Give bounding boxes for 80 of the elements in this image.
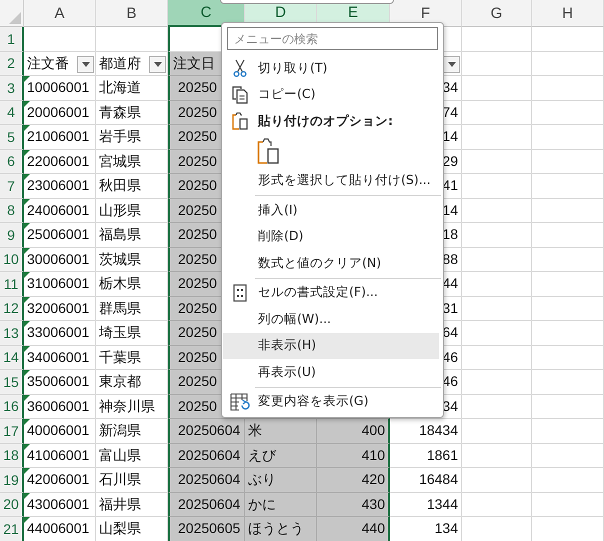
menu-label: 削除(D) [258, 228, 304, 246]
row-header[interactable]: 1 [0, 27, 24, 52]
cell-text: 34006001 [27, 348, 90, 366]
row-header[interactable]: 15 [0, 370, 24, 394]
table-cell: 20250604 [168, 492, 245, 517]
table-cell: 18434 [390, 419, 462, 444]
cell-text: 25006001 [27, 226, 90, 244]
cell-text: 43006001 [27, 496, 90, 513]
row-header[interactable]: 16 [0, 394, 24, 419]
menu-label: 挿入(I) [258, 202, 298, 219]
table-cell: 134 [390, 517, 462, 541]
cell-text: 都道府 [99, 54, 141, 72]
cell-text: 36006001 [27, 398, 90, 415]
table-cell: 1344 [390, 492, 462, 517]
menu-label: 切り取り(T) [258, 60, 328, 77]
row-header[interactable]: 19 [0, 468, 24, 492]
table-cell: 430 [317, 492, 390, 517]
table-cell: 20250604 [168, 468, 245, 492]
table-cell: 410 [317, 444, 390, 468]
row-header[interactable]: 2 [0, 52, 24, 76]
row-header[interactable]: 8 [0, 198, 24, 223]
table-cell: 米 [245, 419, 317, 444]
menu-label: セルの書式設定(F)... [258, 284, 378, 302]
column-header[interactable]: G [462, 0, 532, 27]
row-header[interactable]: 4 [0, 100, 24, 125]
table-cell: ぶり [245, 468, 317, 492]
row-header[interactable]: 21 [0, 517, 24, 541]
cell-text: 24006001 [27, 202, 90, 219]
cell-text: 21006001 [27, 128, 90, 146]
row-header[interactable]: 9 [0, 223, 24, 248]
row-header[interactable]: 18 [0, 444, 24, 468]
row-header[interactable]: 5 [0, 125, 24, 150]
menu-item[interactable]: 非表示(H) [223, 332, 439, 359]
column-header[interactable]: H [532, 0, 604, 27]
column-header[interactable]: B [96, 0, 168, 27]
table-cell: えび [245, 444, 317, 468]
cell-text: 注文番 [27, 54, 69, 72]
cell-text: 31006001 [27, 275, 90, 292]
cell-text: 44006001 [27, 520, 90, 538]
cell-text: 40006001 [27, 422, 90, 440]
table-cell: 420 [317, 468, 390, 492]
cell-text: 33006001 [27, 324, 90, 342]
cell-text: 22006001 [27, 152, 90, 170]
menu-label: 列の幅(W)... [258, 310, 332, 328]
row-header[interactable]: 7 [0, 174, 24, 198]
menu-heading: 貼り付けのオプション: [258, 112, 393, 130]
table-cell: 440 [317, 517, 390, 541]
table-cell: 20250604 [168, 419, 245, 444]
search-field[interactable]: メニューの検索 [227, 27, 438, 50]
cell-text: 23006001 [27, 177, 90, 194]
row-header[interactable]: 10 [0, 248, 24, 272]
row-header[interactable]: 11 [0, 272, 24, 296]
table-cell: 16484 [390, 468, 462, 492]
cell-text: 32006001 [27, 300, 90, 317]
menu-label: 数式と値のクリア(N) [258, 254, 382, 272]
cell-text: 41006001 [27, 446, 90, 464]
table-cell: 20250605 [168, 517, 245, 541]
table-cell: ほうとう [245, 517, 317, 541]
row-header[interactable]: 6 [0, 150, 24, 174]
cell-text: 35006001 [27, 373, 90, 390]
menu-label: 変更内容を表示(G) [258, 393, 368, 410]
cell-text: 20006001 [27, 104, 90, 121]
column-header[interactable]: C [168, 0, 245, 27]
table-cell: 400 [317, 419, 390, 444]
cell-text: 42006001 [27, 471, 90, 488]
cell-text: 10006001 [27, 79, 90, 96]
menu-label: 非表示(H) [258, 337, 316, 354]
row-header[interactable]: 20 [0, 492, 24, 517]
table-cell: かに [245, 492, 317, 517]
cell-text: 30006001 [27, 250, 90, 268]
menu-label: コピー(C) [258, 86, 316, 104]
row-header[interactable]: 13 [0, 321, 24, 346]
table-cell: 1861 [390, 444, 462, 468]
row-header[interactable]: 3 [0, 76, 24, 100]
row-header[interactable]: 14 [0, 346, 24, 370]
menu-label: 再表示(U) [258, 364, 316, 381]
column-header[interactable]: A [24, 0, 96, 27]
row-header[interactable]: 12 [0, 296, 24, 321]
table-cell: 20250604 [168, 444, 245, 468]
row-header[interactable]: 17 [0, 419, 24, 444]
